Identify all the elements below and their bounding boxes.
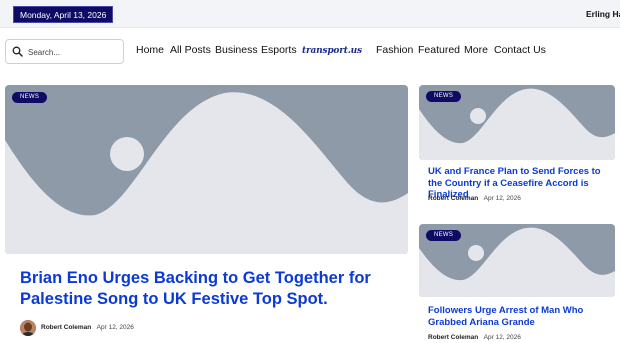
nav-item-all-posts[interactable]: All Posts [170,44,211,56]
author-name[interactable]: Robert Coleman [41,324,91,331]
post-date: Apr 12, 2026 [483,334,521,341]
nav-item-home[interactable]: Home [136,44,164,56]
main-article-meta: Robert Coleman Apr 12, 2026 [41,324,134,331]
side-article-image[interactable]: NEWS [419,224,615,297]
search-icon [12,46,23,57]
main-article-title[interactable]: Brian Eno Urges Backing to Get Together … [20,268,400,310]
author-name[interactable]: Robert Coleman [428,195,478,202]
search-box[interactable] [5,39,124,64]
category-badge[interactable]: NEWS [426,230,462,241]
top-bar: Monday, April 13, 2026 Erling Haa [0,0,620,28]
news-ticker[interactable]: Erling Haa [586,9,620,19]
nav-item-business[interactable]: Business [215,44,258,56]
category-badge[interactable]: NEWS [426,91,462,102]
nav-item-esports[interactable]: Esports [261,44,297,56]
nav-item-featured[interactable]: Featured [418,44,460,56]
post-date: Apr 12, 2026 [483,195,521,202]
side-article-meta: Robert Coleman Apr 12, 2026 [428,195,521,202]
side-article-image[interactable]: NEWS [419,85,615,160]
nav-item-contact-us[interactable]: Contact Us [494,44,546,56]
category-badge[interactable]: NEWS [12,92,48,103]
nav-item-fashion[interactable]: Fashion [376,44,413,56]
date-badge: Monday, April 13, 2026 [13,6,114,23]
search-input[interactable] [28,44,120,60]
author-name[interactable]: Robert Coleman [428,334,478,341]
side-article-meta: Robert Coleman Apr 12, 2026 [428,334,521,341]
nav-item-logo[interactable]: transport.us [302,46,362,56]
post-date: Apr 12, 2026 [96,324,134,331]
nav-item-more[interactable]: More [464,44,488,56]
side-article-title[interactable]: Followers Urge Arrest of Man Who Grabbed… [428,305,613,328]
main-article-image[interactable]: NEWS [5,85,408,254]
image-placeholder-icon [5,85,408,254]
author-avatar [20,320,36,336]
